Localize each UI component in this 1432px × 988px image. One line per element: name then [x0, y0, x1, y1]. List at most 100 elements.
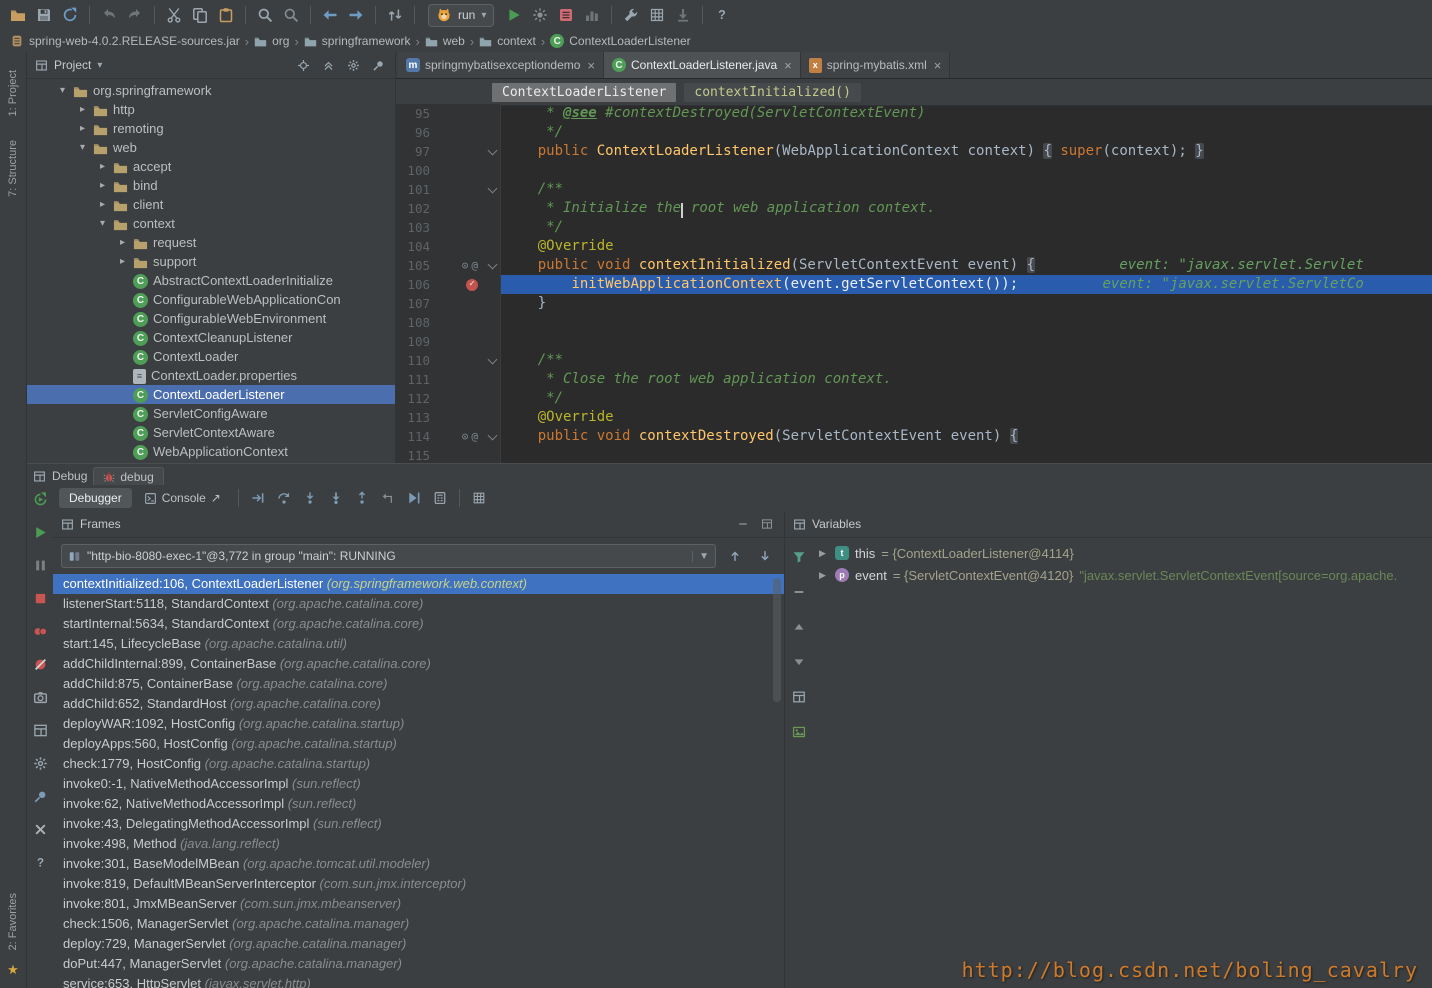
- frame-row-18[interactable]: deploy:729, ManagerServlet (org.apache.c…: [53, 934, 784, 954]
- tree-expand-icon[interactable]: ▸: [97, 199, 108, 210]
- tree-item-configurablewebenvironment[interactable]: CConfigurableWebEnvironment: [27, 309, 395, 328]
- editor-tab-springmybatisexceptiondemo[interactable]: mspringmybatisexceptiondemo×: [398, 52, 604, 78]
- tree-item-configurablewebapplicationcon[interactable]: CConfigurableWebApplicationCon: [27, 290, 395, 309]
- frame-row-5[interactable]: addChild:875, ContainerBase (org.apache.…: [53, 674, 784, 694]
- editor-tab-contextloaderlistener-java[interactable]: CContextLoaderListener.java×: [604, 52, 801, 78]
- frame-row-2[interactable]: startInternal:5634, StandardContext (org…: [53, 614, 784, 634]
- variable-row-event[interactable]: ▶pevent = {ServletContextEvent@4120} "ja…: [785, 564, 1432, 586]
- close-debug-button[interactable]: [28, 817, 52, 841]
- pause-button[interactable]: [28, 553, 52, 577]
- tree-expand-icon[interactable]: ▸: [97, 180, 108, 191]
- expand-arrow-icon[interactable]: ▶: [819, 570, 829, 581]
- tree-expand-icon[interactable]: ▾: [97, 218, 108, 229]
- tree-expand-icon[interactable]: ▸: [77, 123, 88, 134]
- project-view-caret-icon[interactable]: ▾: [97, 60, 102, 71]
- tree-item-client[interactable]: ▸client: [27, 195, 395, 214]
- tree-item-servletconfigaware[interactable]: CServletConfigAware: [27, 404, 395, 423]
- frame-row-19[interactable]: doPut:447, ManagerServlet (org.apache.ca…: [53, 954, 784, 974]
- save-all-button[interactable]: [32, 3, 56, 27]
- frame-row-13[interactable]: invoke:498, Method (java.lang.reflect): [53, 834, 784, 854]
- undo-button[interactable]: [97, 3, 121, 27]
- breadcrumb-item-web[interactable]: web: [423, 34, 467, 48]
- scroll-down-button[interactable]: [787, 650, 811, 674]
- frame-row-4[interactable]: addChildInternal:899, ContainerBase (org…: [53, 654, 784, 674]
- copy-button[interactable]: [188, 3, 212, 27]
- chart-button[interactable]: [580, 3, 604, 27]
- previous-frame-button[interactable]: [724, 545, 746, 567]
- frame-row-14[interactable]: invoke:301, BaseModelMBean (org.apache.t…: [53, 854, 784, 874]
- run-to-cursor-button[interactable]: [402, 487, 426, 509]
- tab-debugger[interactable]: Debugger: [59, 488, 132, 508]
- thread-selector[interactable]: "http-bio-8080-exec-1"@3,772 in group "m…: [61, 544, 716, 568]
- debug-settings-button[interactable]: [28, 751, 52, 775]
- frame-row-17[interactable]: check:1506, ManagerServlet (org.apache.c…: [53, 914, 784, 934]
- frame-row-12[interactable]: invoke:43, DelegatingMethodAccessorImpl …: [53, 814, 784, 834]
- export-image-button[interactable]: [787, 720, 811, 744]
- synchronize-button[interactable]: [58, 3, 82, 27]
- tree-item-request[interactable]: ▸request: [27, 233, 395, 252]
- breadcrumb-item-spring-web-4-0-2-release-sources-jar[interactable]: spring-web-4.0.2.RELEASE-sources.jar: [8, 34, 242, 48]
- fold-arrow-icon[interactable]: [483, 188, 501, 192]
- editor-tab-spring-mybatis-xml[interactable]: xspring-mybatis.xml×: [801, 52, 951, 78]
- frame-row-9[interactable]: check:1779, HostConfig (org.apache.catal…: [53, 754, 784, 774]
- step-over-button[interactable]: [272, 487, 296, 509]
- run-configuration-select[interactable]: run▾: [428, 4, 494, 27]
- tree-item-http[interactable]: ▸http: [27, 100, 395, 119]
- override-marker-icon[interactable]: ⊙: [462, 431, 469, 442]
- drop-frame-button[interactable]: [376, 487, 400, 509]
- fold-arrow-icon[interactable]: [483, 150, 501, 154]
- breadcrumb-class[interactable]: ContextLoaderListener: [492, 83, 676, 102]
- close-tab-icon[interactable]: ×: [934, 58, 942, 73]
- tree-item-contextloader[interactable]: CContextLoader: [27, 347, 395, 366]
- fold-arrow-icon[interactable]: [483, 359, 501, 363]
- frame-row-7[interactable]: deployWAR:1092, HostConfig (org.apache.c…: [53, 714, 784, 734]
- frame-row-8[interactable]: deployApps:560, HostConfig (org.apache.c…: [53, 734, 784, 754]
- stop-button[interactable]: [28, 586, 52, 610]
- thread-dropdown-caret-icon[interactable]: ▼: [692, 551, 709, 562]
- variable-row-this[interactable]: ▶tthis = {ContextLoaderListener@4114}: [785, 542, 1432, 564]
- tree-item-context[interactable]: ▾context: [27, 214, 395, 233]
- copy-frames-button[interactable]: [787, 685, 811, 709]
- frames-float-button[interactable]: [758, 515, 776, 533]
- tree-item-webapplicationcontext[interactable]: CWebApplicationContext: [27, 442, 395, 461]
- tree-item-bind[interactable]: ▸bind: [27, 176, 395, 195]
- breadcrumb-item-contextloaderlistener[interactable]: CContextLoaderListener: [548, 34, 692, 48]
- forward-button[interactable]: [344, 3, 368, 27]
- paste-button[interactable]: [214, 3, 238, 27]
- frame-row-10[interactable]: invoke0:-1, NativeMethodAccessorImpl (su…: [53, 774, 784, 794]
- frame-row-3[interactable]: start:145, LifecycleBase (org.apache.cat…: [53, 634, 784, 654]
- frame-row-11[interactable]: invoke:62, NativeMethodAccessorImpl (sun…: [53, 794, 784, 814]
- frame-row-1[interactable]: listenerStart:5118, StandardContext (org…: [53, 594, 784, 614]
- frame-row-16[interactable]: invoke:801, JmxMBeanServer (com.sun.jmx.…: [53, 894, 784, 914]
- profiler-button[interactable]: [554, 3, 578, 27]
- force-step-into-button[interactable]: [324, 487, 348, 509]
- next-frame-button[interactable]: [754, 545, 776, 567]
- layout-settings-button[interactable]: [467, 487, 491, 509]
- breadcrumb-method[interactable]: contextInitialized(): [684, 83, 861, 102]
- rerun-button[interactable]: [28, 487, 52, 511]
- collapse-frames-button[interactable]: [787, 580, 811, 604]
- expand-arrow-icon[interactable]: ▶: [819, 548, 829, 559]
- hide-panel-button[interactable]: [369, 56, 387, 74]
- recent-locations-button[interactable]: [383, 3, 407, 27]
- debug-session-tab[interactable]: debug: [93, 467, 163, 486]
- override-marker-icon[interactable]: ⊙: [462, 260, 469, 271]
- tool-window-button-7-structure[interactable]: 7: Structure: [7, 140, 19, 197]
- step-out-button[interactable]: [350, 487, 374, 509]
- frames-scrollbar[interactable]: [773, 578, 781, 702]
- fold-arrow-icon[interactable]: [483, 435, 501, 439]
- tree-item-accept[interactable]: ▸accept: [27, 157, 395, 176]
- frames-hide-button[interactable]: [734, 515, 752, 533]
- frame-row-20[interactable]: service:653, HttpServlet (javax.servlet.…: [53, 974, 784, 988]
- tool-window-button-1-project[interactable]: 1: Project: [7, 70, 19, 116]
- threads-filter-button[interactable]: [787, 545, 811, 569]
- tree-expand-icon[interactable]: ▸: [97, 161, 108, 172]
- breadcrumb-item-org[interactable]: org: [252, 34, 291, 48]
- breadcrumb-item-context[interactable]: context: [477, 34, 538, 48]
- import-button[interactable]: [671, 3, 695, 27]
- redo-button[interactable]: [123, 3, 147, 27]
- tree-item-contextloaderlistener[interactable]: CContextLoaderListener: [27, 385, 395, 404]
- tree-expand-icon[interactable]: ▸: [77, 104, 88, 115]
- scroll-up-button[interactable]: [787, 615, 811, 639]
- export-settings-button[interactable]: [645, 3, 669, 27]
